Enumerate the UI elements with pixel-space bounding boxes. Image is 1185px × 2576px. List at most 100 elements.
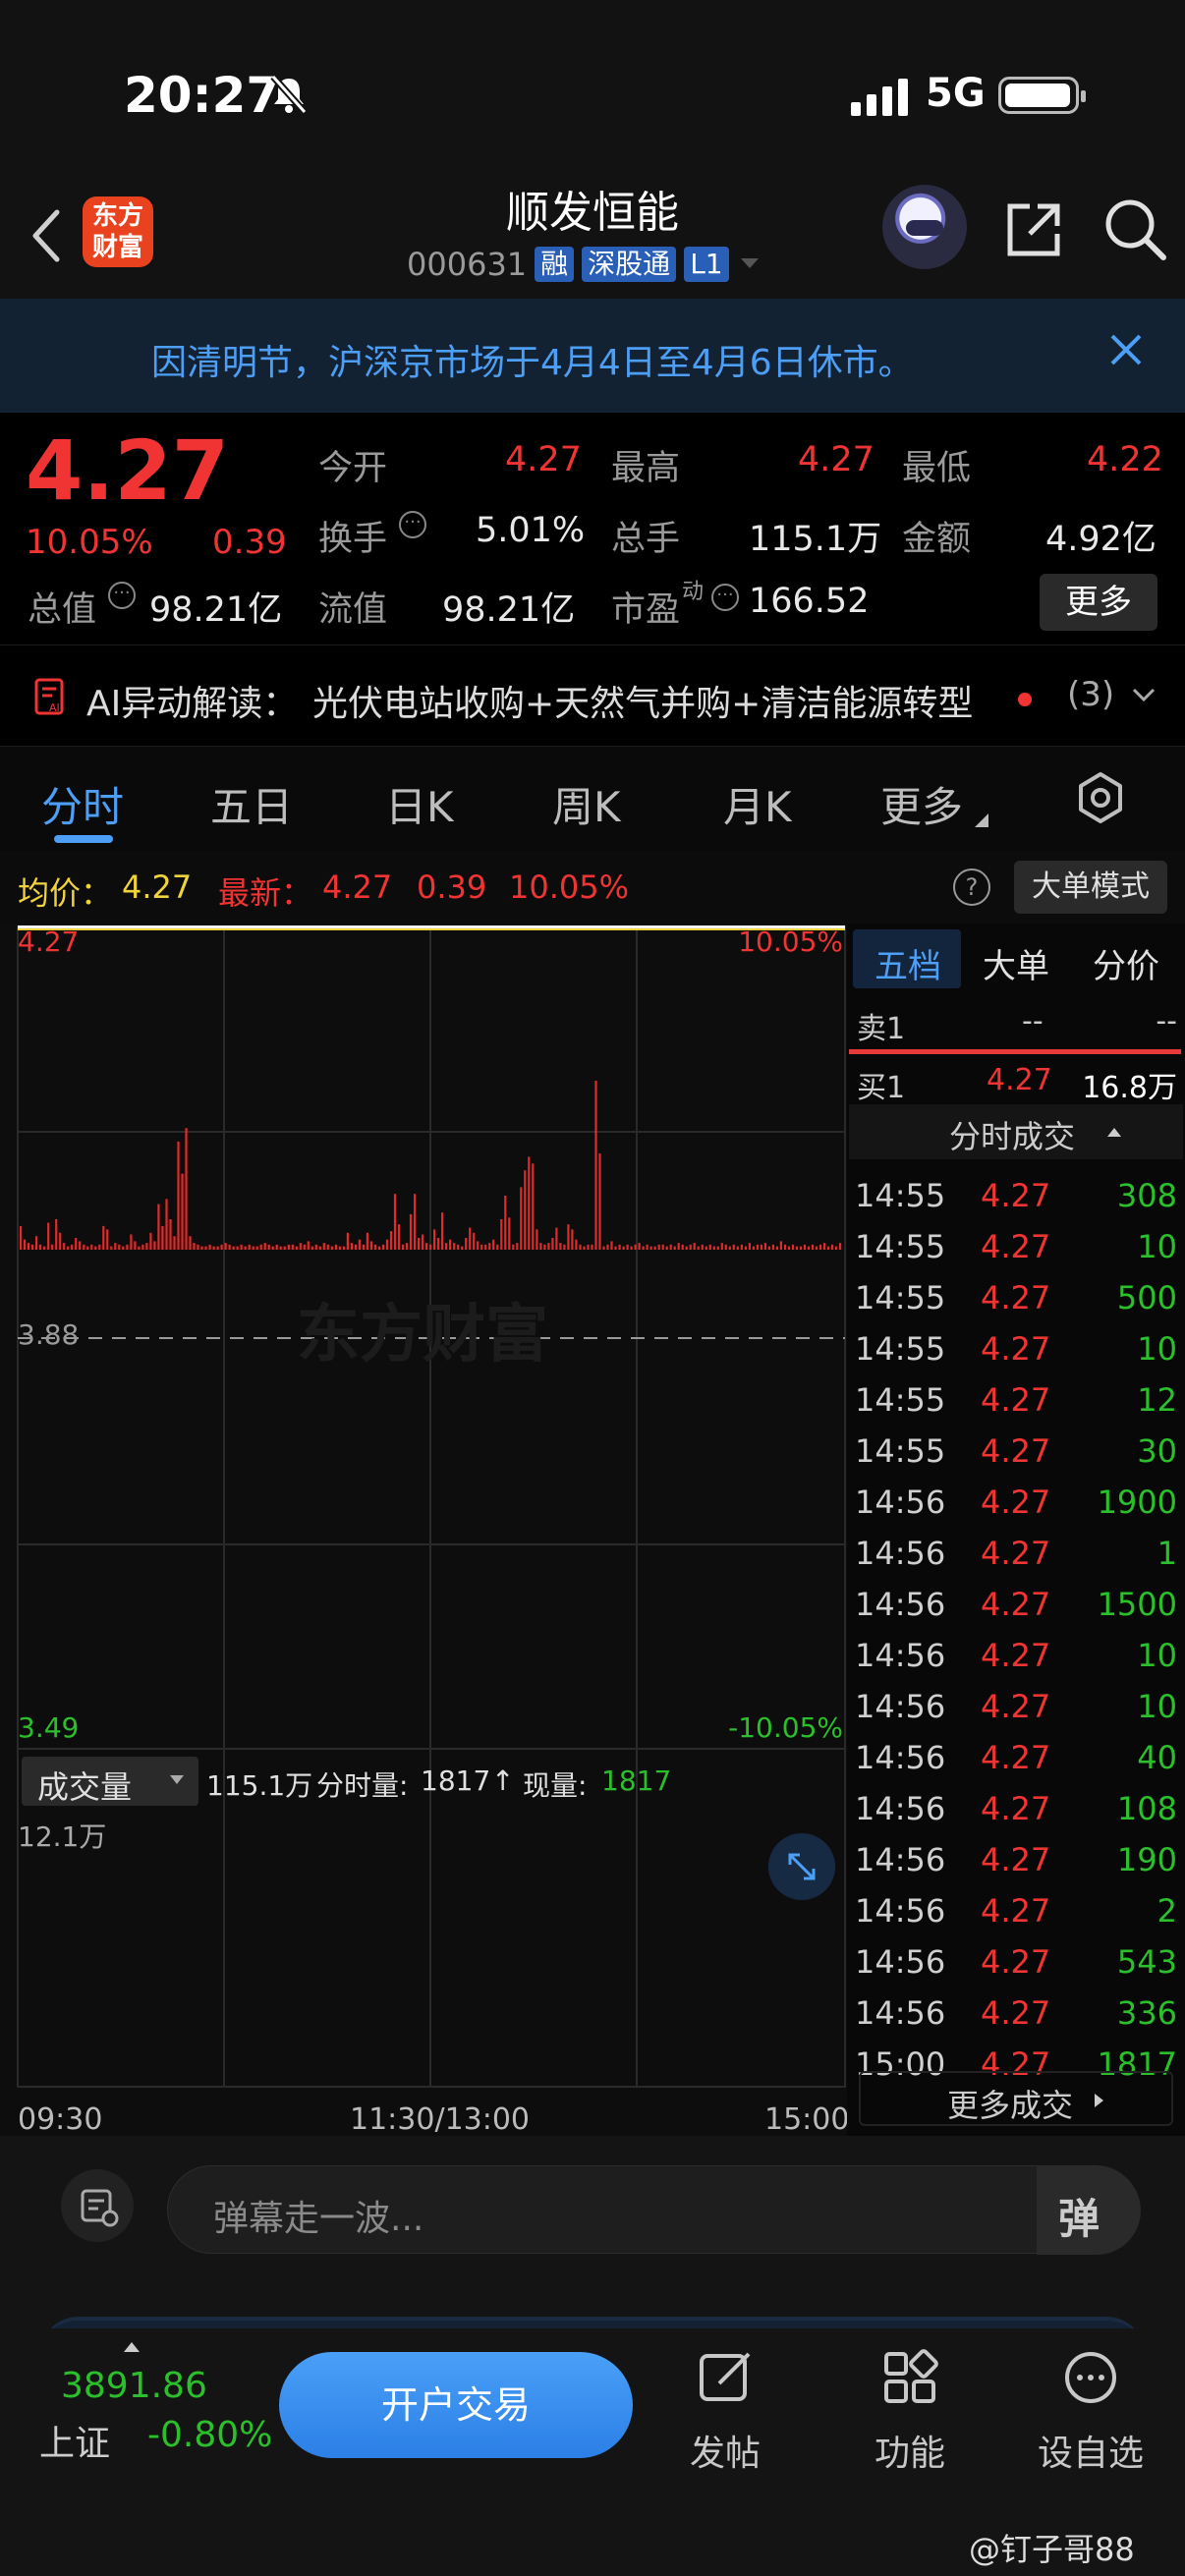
close-icon[interactable] bbox=[1106, 330, 1146, 369]
volume-bar bbox=[469, 1227, 472, 1250]
index-value[interactable]: 3891.86 bbox=[61, 2366, 207, 2406]
trade-time: 14:56 bbox=[855, 1892, 946, 1930]
post-nav-item[interactable]: 发帖 bbox=[656, 2348, 794, 2476]
volume-bar bbox=[94, 1246, 97, 1250]
volume-bar bbox=[98, 1244, 101, 1250]
volume-bar bbox=[177, 1141, 180, 1250]
volume-bar bbox=[705, 1246, 707, 1250]
help-icon[interactable]: ? bbox=[953, 868, 990, 906]
index-name[interactable]: 上证 bbox=[39, 2415, 110, 2466]
volume-indicator-selector[interactable]: 成交量 bbox=[22, 1757, 198, 1806]
trade-volume: 10 bbox=[1137, 1688, 1177, 1725]
tab-monthly-k[interactable]: 月K bbox=[723, 774, 792, 834]
intraday-chart[interactable]: 东方财富 4.27 10.05% 3.88 3.49 -10.05% 成交量 1… bbox=[0, 924, 849, 2137]
volume-bar bbox=[314, 1244, 317, 1250]
volume-bar bbox=[630, 1246, 633, 1250]
tab-five-levels[interactable]: 五档 bbox=[875, 939, 941, 987]
volume-bar bbox=[445, 1243, 448, 1250]
trade-price: 4.27 bbox=[981, 1841, 1051, 1878]
volume-selector-label: 成交量 bbox=[37, 1768, 133, 1806]
index-pct[interactable]: -0.80% bbox=[147, 2415, 272, 2455]
volume-bar bbox=[803, 1244, 807, 1250]
trades-title: 分时成交 bbox=[949, 1118, 1076, 1155]
expand-chart-button[interactable] bbox=[768, 1833, 835, 1900]
volume-bar bbox=[815, 1246, 818, 1250]
volume-bar bbox=[642, 1246, 645, 1250]
add-watchlist-nav-item[interactable]: 设自选 bbox=[1022, 2348, 1159, 2476]
more-quote-button[interactable]: 更多 bbox=[1040, 574, 1157, 631]
volume-bar bbox=[200, 1246, 203, 1250]
info-icon[interactable]: ··· bbox=[711, 584, 739, 611]
share-icon[interactable] bbox=[1004, 198, 1065, 259]
volume-max-label: 12.1万 bbox=[18, 1820, 107, 1853]
volume-bar bbox=[677, 1243, 680, 1250]
tab-big-orders[interactable]: 大单 bbox=[983, 939, 1049, 987]
trade-price: 4.27 bbox=[981, 1790, 1051, 1827]
volume-bar bbox=[602, 1246, 605, 1250]
trade-row: 14:56 4.27 108 bbox=[847, 1784, 1185, 1835]
mktcap-label: 总值 bbox=[28, 590, 97, 630]
volume-bar bbox=[818, 1244, 822, 1250]
danmu-input[interactable]: 弹幕走一波... 弹 bbox=[167, 2165, 1141, 2255]
volume-bar bbox=[653, 1246, 656, 1250]
tab-daily-k[interactable]: 日K bbox=[385, 774, 454, 834]
big-order-mode-button[interactable]: 大单模式 bbox=[1014, 861, 1167, 914]
volume-bar bbox=[414, 1194, 417, 1250]
volume-bar bbox=[31, 1244, 34, 1250]
functions-nav-item[interactable]: 功能 bbox=[841, 2348, 979, 2476]
info-icon[interactable]: ··· bbox=[399, 511, 426, 538]
tab-intraday[interactable]: 分时 bbox=[41, 774, 124, 834]
ai-robot-icon[interactable] bbox=[882, 185, 967, 269]
trade-volume: 10 bbox=[1137, 1637, 1177, 1674]
trade-price: 4.27 bbox=[981, 1943, 1051, 1981]
volume-bar bbox=[122, 1246, 125, 1250]
ai-insight-row[interactable]: AI AI异动解读： 光伏电站收购+天然气并购+清洁能源转型 (3) bbox=[0, 644, 1185, 747]
pct-change: 10.05% bbox=[26, 523, 153, 562]
low-value: 4.22 bbox=[1087, 440, 1163, 479]
tab-more[interactable]: 更多 bbox=[880, 774, 963, 834]
ai-count: (3) bbox=[1067, 675, 1115, 714]
volume-bar bbox=[763, 1243, 766, 1250]
trade-row: 14:56 4.27 10 bbox=[847, 1631, 1185, 1682]
stock-code-line[interactable]: 000631 融 深股通 L1 bbox=[407, 246, 762, 283]
trade-row: 14:55 4.27 500 bbox=[847, 1273, 1185, 1324]
more-trades-button[interactable]: 更多成交 bbox=[859, 2071, 1173, 2126]
volume-bar bbox=[626, 1244, 629, 1250]
tab-weekly-k[interactable]: 周K bbox=[552, 774, 621, 834]
expand-icon bbox=[788, 1853, 816, 1880]
trade-price: 4.27 bbox=[981, 1228, 1051, 1265]
volume-bar bbox=[587, 1244, 590, 1250]
trade-time: 14:56 bbox=[855, 1637, 946, 1674]
volume-bar bbox=[520, 1187, 523, 1250]
volume-bar bbox=[358, 1239, 361, 1250]
comment-settings-button[interactable] bbox=[61, 2169, 134, 2242]
info-icon[interactable]: ··· bbox=[108, 582, 136, 609]
level-badge: L1 bbox=[684, 247, 729, 282]
volume-bar bbox=[220, 1244, 223, 1250]
unread-dot bbox=[1018, 693, 1032, 706]
up-caret-icon[interactable] bbox=[122, 2340, 141, 2354]
volume-bar bbox=[197, 1244, 199, 1250]
volume-bar bbox=[299, 1243, 302, 1250]
search-icon[interactable] bbox=[1102, 196, 1167, 261]
gear-icon[interactable] bbox=[1073, 770, 1128, 825]
volume-bar bbox=[504, 1196, 507, 1250]
tab-five-day[interactable]: 五日 bbox=[210, 774, 293, 834]
price-mid-label: 3.88 bbox=[18, 1318, 80, 1351]
open-account-trade-button[interactable]: 开户交易 bbox=[279, 2352, 633, 2458]
time-mid-label: 11:30/13:00 bbox=[350, 2102, 531, 2137]
chart-tabs: 分时 五日 日K 周K 月K 更多 bbox=[0, 747, 1185, 851]
trades-header[interactable]: 分时成交 bbox=[849, 1104, 1183, 1159]
volume-bar bbox=[354, 1244, 357, 1250]
trade-time: 14:56 bbox=[855, 1943, 946, 1981]
tab-price-distribution[interactable]: 分价 bbox=[1093, 939, 1159, 987]
volume-bar bbox=[441, 1212, 444, 1250]
trade-time: 14:55 bbox=[855, 1432, 946, 1470]
danmu-send-button[interactable]: 弹 bbox=[1037, 2166, 1141, 2255]
volume-bar bbox=[169, 1219, 172, 1250]
volume-bar bbox=[240, 1244, 243, 1250]
volume-bar bbox=[712, 1246, 715, 1250]
comment-bar: 弹幕走一波... 弹 bbox=[0, 2136, 1185, 2283]
volume-bar bbox=[484, 1244, 487, 1250]
volume-bar bbox=[492, 1239, 495, 1250]
